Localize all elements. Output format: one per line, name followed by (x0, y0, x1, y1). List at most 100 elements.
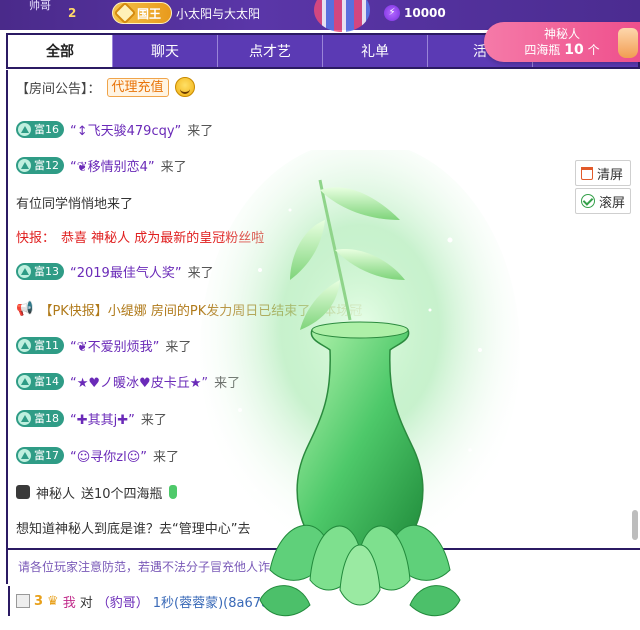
gift-text: 送10个四海瓶 (81, 486, 163, 502)
list-item: 富14 “★♥ノ暖冰♥皮卡丘★” 来了 (16, 370, 240, 392)
username[interactable]: “☺寻你zl☺” (70, 446, 147, 465)
header-level: 2 (68, 6, 77, 20)
avatar (16, 485, 30, 499)
username[interactable]: “↕飞天骏479cqy” (70, 120, 181, 139)
scroll-screen-label: 滚屏 (599, 195, 626, 211)
coin-balance: ⚡ 10000 (384, 3, 484, 23)
safety-notice-text: 请各位玩家注意防范，若遇不法分子冒充他人诈 (18, 560, 271, 574)
vase-icon (168, 485, 177, 499)
clear-screen-button[interactable]: 清屏 (575, 160, 631, 186)
gift-sender: 神秘人 (543, 27, 580, 41)
agent-recharge-tag[interactable]: 代理充值 (106, 77, 169, 97)
badge-label: 富12 (34, 159, 59, 172)
anonymous-join-text: 有位同学悄悄地来了 (16, 196, 134, 212)
list-item: 富18 “✚其其j✚” 来了 (16, 407, 167, 429)
join-text: 来了 (153, 449, 180, 465)
level-icon (18, 374, 31, 388)
pk-news-text: 【PK快报】小缇娜 房间的PK发力周日已结束了，本场冠 (39, 303, 363, 319)
chat-panel[interactable]: 【房间公告】： 代理充值 富16 “↕飞天骏479cqy” 来了 富12 “❦移… (6, 70, 640, 550)
username[interactable]: “✚其其j✚” (70, 409, 135, 428)
gift-banner: 神秘人 四海瓶 10 个 (484, 22, 640, 62)
join-text: 来了 (160, 159, 187, 175)
list-item: 富12 “❦移情别恋4” 来了 (16, 154, 187, 176)
room-title: 小太阳与大太阳 (176, 7, 261, 21)
wealth-badge: 富14 (16, 372, 64, 390)
list-item: 富16 “↕飞天骏479cqy” 来了 (16, 118, 213, 140)
list-item: 有位同学悄悄地来了 (16, 191, 133, 213)
crown-icon: ♛ (47, 593, 59, 609)
join-text: 来了 (165, 339, 192, 355)
badge-label: 富18 (34, 412, 59, 425)
target-user[interactable]: （豹哥） (97, 592, 149, 611)
room-notice: 【房间公告】： 代理充值 (16, 76, 195, 98)
wealth-badge: 富13 (16, 262, 64, 280)
wealth-badge: 富17 (16, 446, 64, 464)
self-label: 我 (62, 595, 76, 611)
wealth-badge: 富18 (16, 409, 64, 427)
join-text: 来了 (187, 123, 214, 139)
username[interactable]: “❦不爱别烦我” (70, 336, 159, 355)
message-tail: 1秒(蓉蓉蒙)(8a6789 说 (152, 595, 295, 611)
flash-news-label: 快报： (16, 230, 56, 246)
list-item: 快报： 恭喜 神秘人 成为最新的皇冠粉丝啦 (16, 225, 264, 247)
level-icon (18, 338, 31, 352)
safety-notice: 请各位玩家注意防范，若遇不法分子冒充他人诈 (6, 548, 640, 584)
clear-screen-label: 清屏 (597, 167, 624, 183)
username[interactable]: “2019最佳气人奖” (70, 262, 182, 281)
badge-label: 富16 (34, 123, 59, 136)
gift-name: 四海瓶 (524, 43, 561, 57)
gift-summary: 四海瓶 10 个 (484, 42, 640, 58)
lightning-icon: ⚡ (384, 5, 400, 21)
balloon-decoration (314, 0, 370, 32)
scroll-screen-button[interactable]: 滚屏 (575, 188, 631, 214)
list-item: 富11 “❦不爱别烦我” 来了 (16, 334, 191, 356)
badge-label: 富13 (34, 265, 59, 278)
user-level: 3 (34, 593, 44, 609)
gift-count: 10 (564, 42, 584, 58)
megaphone-icon: 📢 (16, 301, 34, 317)
wealth-badge: 富16 (16, 120, 64, 138)
to-label: 对 (79, 595, 93, 611)
rank-badge-label: 国王 (137, 6, 162, 21)
private-chat-line: 3 ♛ 我 对 （豹哥） 1秒(蓉蓉蒙)(8a6789 说 (8, 586, 638, 616)
level-icon (18, 411, 31, 425)
badge-label: 富17 (34, 449, 59, 462)
level-icon (18, 264, 31, 278)
join-text: 来了 (214, 375, 241, 391)
wealth-badge: 富12 (16, 156, 64, 174)
flash-news-text: 恭喜 神秘人 成为最新的皇冠粉丝啦 (61, 230, 265, 246)
join-text: 来了 (140, 412, 167, 428)
level-icon (18, 158, 31, 172)
grin-emoji-icon (174, 77, 195, 97)
list-item: 富17 “☺寻你zl☺” 来了 (16, 444, 179, 466)
chat-scrollbar[interactable] (632, 510, 638, 540)
mystery-prompt-text: 想知道神秘人到底是谁？去“管理中心”去 (16, 521, 251, 537)
header-user-label[interactable]: 帅哥 (10, 0, 70, 26)
username[interactable]: “❦移情别恋4” (70, 156, 155, 175)
diamond-icon (113, 1, 137, 25)
gift-jar-icon (618, 28, 638, 58)
check-circle-icon (581, 194, 595, 208)
list-item: 📢 【PK快报】小缇娜 房间的PK发力周日已结束了，本场冠 (16, 298, 362, 320)
rank-badge: 国王 (112, 1, 172, 25)
image-icon (16, 594, 30, 608)
level-icon (18, 448, 31, 462)
username[interactable]: “★♥ノ暖冰♥皮卡丘★” (70, 372, 208, 391)
tab-gift-list[interactable]: 礼单 (323, 35, 428, 67)
level-icon (18, 122, 31, 136)
gift-user[interactable]: 神秘人 (36, 483, 75, 502)
coin-value: 10000 (404, 6, 446, 20)
gift-unit: 个 (587, 43, 600, 57)
tab-all[interactable]: 全部 (8, 35, 113, 67)
wealth-badge: 富11 (16, 336, 64, 354)
list-item: 富13 “2019最佳气人奖” 来了 (16, 260, 214, 282)
tab-talent[interactable]: 点才艺 (218, 35, 323, 67)
badge-label: 富11 (34, 339, 59, 352)
notice-label: 【房间公告】： (16, 81, 101, 97)
join-text: 来了 (187, 265, 214, 281)
gift-message: 神秘人 送10个四海瓶 (16, 481, 177, 503)
tab-chat[interactable]: 聊天 (113, 35, 218, 67)
badge-label: 富14 (34, 375, 59, 388)
list-item: 想知道神秘人到底是谁？去“管理中心”去 (16, 516, 250, 538)
trash-icon (581, 166, 593, 180)
